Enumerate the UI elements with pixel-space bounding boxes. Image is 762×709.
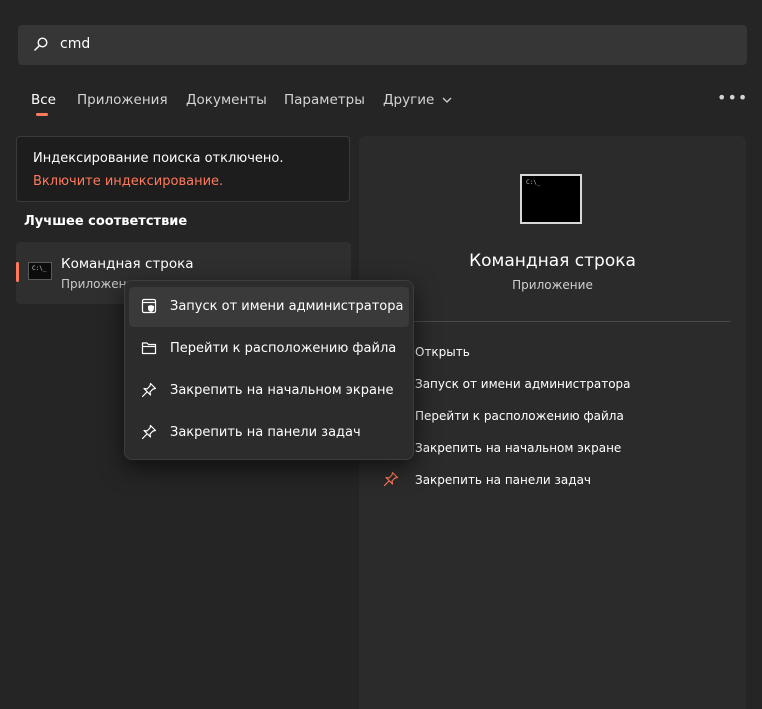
details-title: Командная строка: [469, 251, 636, 271]
details-divider: [405, 321, 730, 322]
action-pin-to-taskbar[interactable]: Закрепить на панели задач: [415, 473, 591, 487]
context-item-label: Закрепить на начальном экране: [170, 383, 394, 398]
tab-apps[interactable]: Приложения: [77, 92, 168, 108]
cmd-large-icon: C:\_: [520, 174, 582, 224]
pin-icon: [141, 382, 157, 398]
folder-icon: [141, 342, 157, 355]
more-options-button[interactable]: •••: [717, 88, 747, 107]
search-box[interactable]: cmd: [18, 25, 747, 65]
shield-window-icon: [141, 298, 157, 314]
cmd-icon-glyph: C:\_: [32, 265, 47, 272]
details-pane: C:\_ Командная строка Приложение Открыть…: [359, 136, 746, 709]
tab-other-label: Другие: [383, 92, 435, 108]
action-pin-to-start[interactable]: Закрепить на начальном экране: [415, 441, 621, 455]
cmd-app-icon: C:\_: [28, 262, 52, 280]
result-name: Командная строка: [61, 256, 194, 272]
indexing-notice: Индексирование поиска отключено. Включит…: [16, 136, 350, 202]
context-item-pin-to-taskbar[interactable]: Закрепить на панели задач: [129, 413, 409, 453]
tab-documents[interactable]: Документы: [186, 92, 267, 108]
context-item-pin-to-start[interactable]: Закрепить на начальном экране: [129, 371, 409, 411]
notice-text: Индексирование поиска отключено.: [33, 151, 284, 166]
tab-other[interactable]: Другие: [383, 92, 452, 108]
tab-all[interactable]: Все: [31, 92, 56, 108]
pin-icon: [383, 471, 399, 487]
tab-settings[interactable]: Параметры: [284, 92, 365, 108]
best-match-heading: Лучшее соответствие: [24, 214, 188, 229]
action-open[interactable]: Открыть: [415, 345, 470, 359]
context-item-open-file-location[interactable]: Перейти к расположению файла: [129, 329, 409, 369]
context-item-label: Перейти к расположению файла: [170, 341, 397, 356]
active-tab-indicator: [36, 113, 48, 116]
enable-indexing-link[interactable]: Включите индексирование.: [33, 174, 223, 189]
details-subtitle: Приложение: [512, 278, 593, 292]
search-input[interactable]: cmd: [60, 36, 90, 52]
search-icon: [34, 37, 48, 51]
action-open-file-location[interactable]: Перейти к расположению файла: [415, 409, 624, 423]
pin-icon: [141, 424, 157, 440]
selection-accent: [16, 262, 19, 282]
context-item-run-as-admin[interactable]: Запуск от имени администратора: [129, 287, 409, 327]
cmd-large-icon-glyph: C:\_: [526, 179, 541, 186]
context-menu: Запуск от имени администратора Перейти к…: [124, 280, 414, 460]
action-run-as-admin[interactable]: Запуск от имени администратора: [415, 377, 631, 391]
context-item-label: Запуск от имени администратора: [170, 299, 404, 314]
context-item-label: Закрепить на панели задач: [170, 425, 361, 440]
chevron-down-icon: [442, 97, 452, 103]
